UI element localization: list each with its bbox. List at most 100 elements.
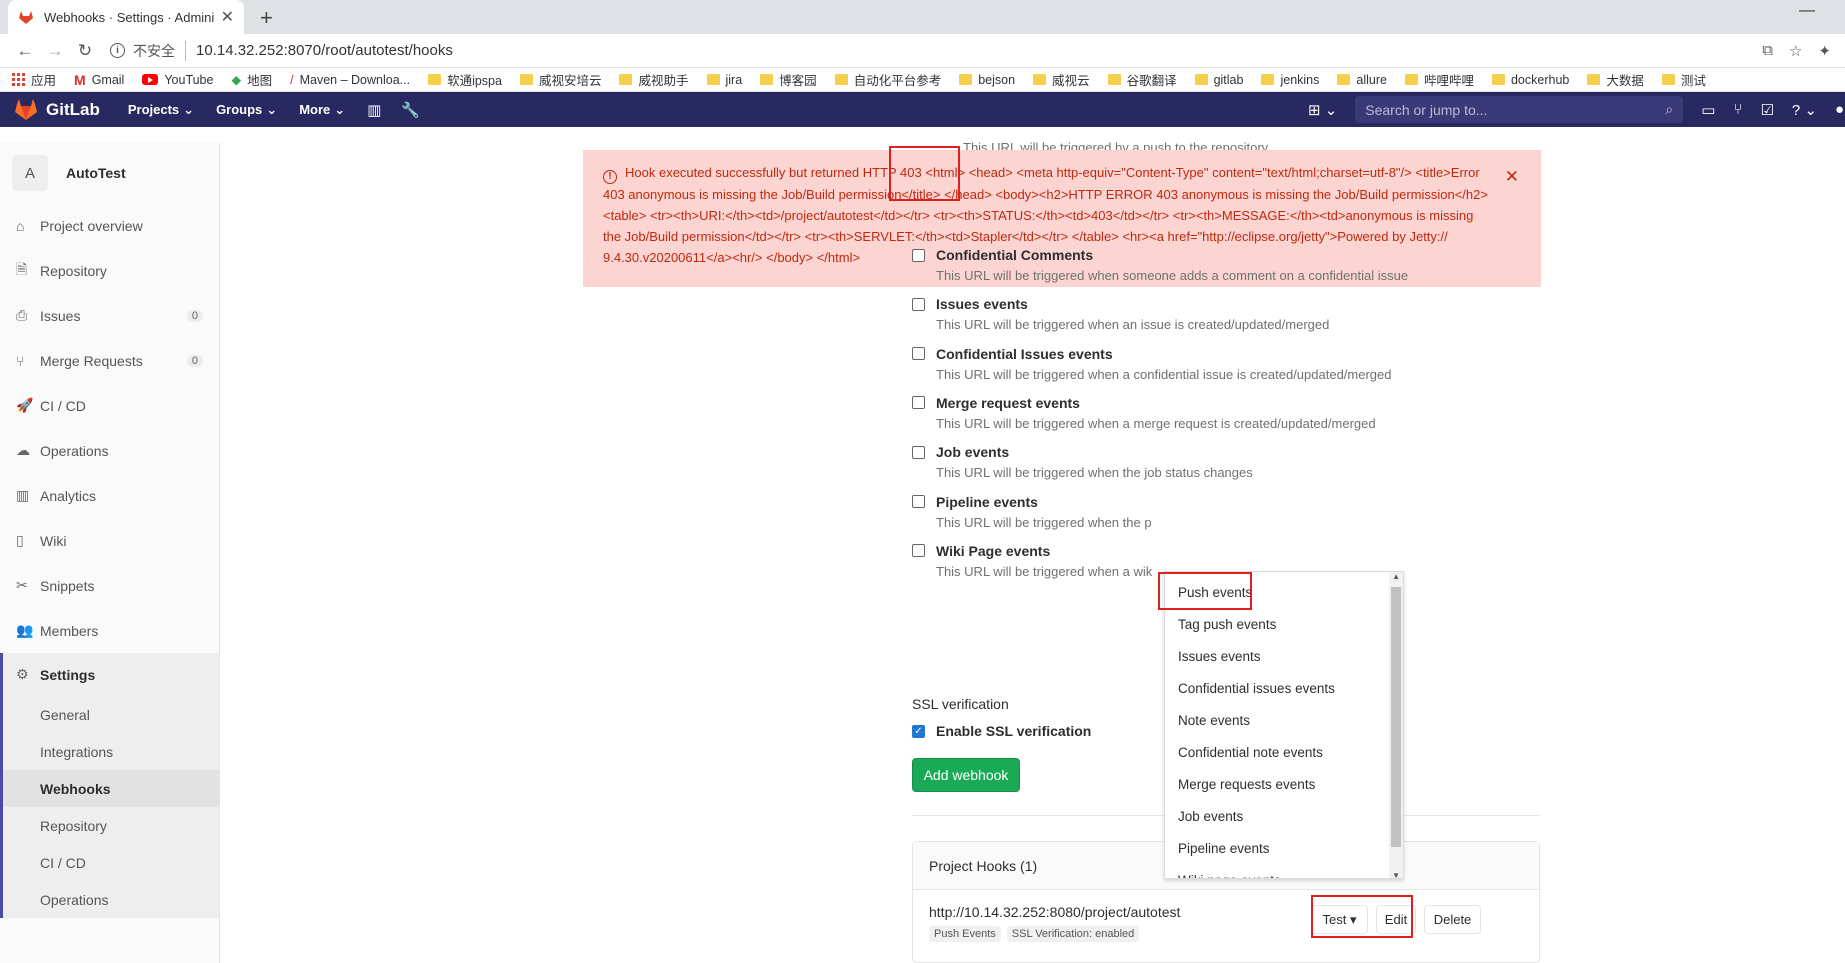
settings-subnav: General Integrations Webhooks Repository… bbox=[0, 696, 219, 918]
gitlab-logo[interactable]: GitLab bbox=[14, 98, 100, 121]
merge-requests-icon[interactable]: ⑂ bbox=[1733, 101, 1742, 118]
scroll-up-icon[interactable]: ▲ bbox=[1392, 572, 1400, 581]
forward-icon[interactable]: → bbox=[40, 41, 70, 61]
bookmark-folder[interactable]: jenkins bbox=[1261, 73, 1319, 87]
bookmark-folder[interactable]: gitlab bbox=[1194, 73, 1243, 87]
close-icon[interactable]: ✕ bbox=[1505, 166, 1519, 187]
dropdown-item[interactable]: Note events bbox=[1165, 704, 1403, 736]
bookmark-folder[interactable]: dockerhub bbox=[1491, 73, 1569, 87]
trigger-checkbox[interactable] bbox=[912, 297, 925, 311]
bookmark-maven[interactable]: / Maven – Downloa... bbox=[290, 73, 410, 87]
trigger-option: Merge request events This URL will be tri… bbox=[912, 395, 1376, 431]
dropdown-item[interactable]: Confidential note events bbox=[1165, 736, 1403, 768]
dropdown-item[interactable]: Tag push events bbox=[1165, 608, 1403, 640]
bookmark-folder[interactable]: 哔哩哔哩 bbox=[1404, 70, 1474, 89]
issues-icon: ⎙ bbox=[16, 307, 28, 323]
sidebar-item-settings[interactable]: ⚙ Settings bbox=[0, 653, 219, 696]
subnav-integrations[interactable]: Integrations bbox=[3, 733, 219, 770]
tab-close-icon[interactable]: ✕ bbox=[221, 7, 234, 27]
trigger-checkbox[interactable] bbox=[912, 248, 925, 262]
bookmark-youtube[interactable]: YouTube bbox=[142, 73, 213, 87]
project-header[interactable]: A AutoTest bbox=[0, 143, 219, 203]
trigger-checkbox[interactable] bbox=[912, 396, 925, 410]
bookmark-folder[interactable]: 谷歌翻译 bbox=[1107, 70, 1177, 89]
extension-icon[interactable]: ✦ bbox=[1818, 42, 1831, 60]
bookmark-folder[interactable]: jira bbox=[706, 73, 742, 87]
dropdown-scrollbar[interactable]: ▲ ▼ bbox=[1389, 572, 1403, 878]
bookmark-apps[interactable]: 应用 bbox=[12, 70, 56, 89]
trigger-checkbox-row[interactable]: Merge request events bbox=[912, 395, 1376, 411]
bookmark-folder[interactable]: 威视云 bbox=[1033, 70, 1090, 89]
trigger-checkbox[interactable] bbox=[912, 445, 925, 459]
dropdown-item[interactable]: Pipeline events bbox=[1165, 832, 1403, 864]
add-webhook-button[interactable]: Add webhook bbox=[912, 758, 1020, 792]
sidebar-item-ci-cd[interactable]: 🚀 CI / CD bbox=[0, 383, 219, 428]
sidebar-item-operations[interactable]: ☁ Operations bbox=[0, 428, 219, 473]
subnav-general[interactable]: General bbox=[3, 696, 219, 733]
reload-icon[interactable]: ↻ bbox=[70, 41, 100, 61]
dropdown-item[interactable]: Merge requests events bbox=[1165, 768, 1403, 800]
scroll-down-icon[interactable]: ▼ bbox=[1392, 871, 1400, 878]
trigger-checkbox[interactable] bbox=[912, 495, 925, 508]
back-icon[interactable]: ← bbox=[10, 41, 40, 61]
translate-icon[interactable]: ⧉ bbox=[1762, 42, 1773, 60]
bookmark-maps[interactable]: ◆ 地图 bbox=[231, 70, 272, 89]
bookmark-folder[interactable]: bejson bbox=[959, 73, 1015, 87]
trigger-checkbox[interactable] bbox=[912, 544, 925, 558]
todos-icon[interactable]: ☑ bbox=[1760, 101, 1773, 119]
nav-groups[interactable]: Groups ⌄ bbox=[216, 102, 277, 118]
trigger-checkbox-row[interactable]: Confidential Issues events bbox=[912, 346, 1392, 362]
trigger-checkbox-row[interactable]: Wiki Page events bbox=[912, 543, 1152, 559]
dropdown-item[interactable]: Issues events bbox=[1165, 640, 1403, 672]
activity-chart-icon[interactable]: ▥ bbox=[367, 101, 381, 119]
subnav-ci-cd[interactable]: CI / CD bbox=[3, 844, 219, 881]
bookmark-folder[interactable]: 测试 bbox=[1661, 70, 1706, 89]
avatar-icon[interactable]: ● bbox=[1835, 101, 1845, 118]
bookmark-folder[interactable]: 大数据 bbox=[1587, 70, 1644, 89]
new-dropdown-icon[interactable]: ⊞ ⌄ bbox=[1308, 101, 1337, 119]
dropdown-item[interactable]: Confidential issues events bbox=[1165, 672, 1403, 704]
ssl-checkbox-row[interactable]: ✓ Enable SSL verification bbox=[912, 723, 1091, 739]
help-icon[interactable]: ? ⌄ bbox=[1792, 101, 1817, 119]
bookmark-gmail[interactable]: M Gmail bbox=[74, 72, 124, 88]
admin-wrench-icon[interactable]: 🔧 bbox=[401, 101, 420, 119]
sidebar-item-project-overview[interactable]: ⌂ Project overview bbox=[0, 203, 219, 248]
sidebar-item-wiki[interactable]: ▯ Wiki bbox=[0, 518, 219, 563]
subnav-operations[interactable]: Operations bbox=[3, 881, 219, 918]
sidebar-item-repository[interactable]: 🗎 Repository bbox=[0, 248, 219, 293]
trigger-checkbox[interactable] bbox=[912, 347, 925, 361]
window-minimize-icon[interactable]: — bbox=[1799, 2, 1815, 20]
sidebar-item-snippets[interactable]: ✂ Snippets bbox=[0, 563, 219, 608]
dropdown-item[interactable]: Wiki page events bbox=[1165, 864, 1403, 879]
bookmark-folder[interactable]: 威视安培云 bbox=[519, 70, 601, 89]
nav-projects[interactable]: Projects ⌄ bbox=[128, 102, 194, 118]
trigger-checkbox-row[interactable]: Job events bbox=[912, 444, 1253, 460]
browser-tab[interactable]: Webhooks · Settings · Admini ✕ bbox=[8, 0, 244, 34]
trigger-checkbox-row[interactable]: Issues events bbox=[912, 296, 1329, 312]
url-field[interactable]: i 不安全 10.14.32.252:8070/root/autotest/ho… bbox=[110, 40, 1762, 61]
sidebar-item-members[interactable]: 👥 Members bbox=[0, 608, 219, 653]
sidebar-item-issues[interactable]: ⎙ Issues 0 bbox=[0, 293, 219, 338]
issues-icon[interactable]: ▭ bbox=[1701, 101, 1715, 119]
subnav-repository[interactable]: Repository bbox=[3, 807, 219, 844]
scrollbar-thumb[interactable] bbox=[1391, 587, 1401, 847]
new-tab-button[interactable]: + bbox=[260, 5, 273, 31]
info-icon[interactable]: i bbox=[110, 43, 125, 58]
tab-title: Webhooks · Settings · Admini bbox=[44, 9, 215, 25]
search-input[interactable]: Search or jump to... ⌕ bbox=[1355, 96, 1684, 123]
subnav-webhooks[interactable]: Webhooks bbox=[3, 770, 219, 807]
delete-button[interactable]: Delete bbox=[1424, 905, 1481, 934]
bookmark-folder[interactable]: 博客园 bbox=[760, 70, 817, 89]
bookmark-folder[interactable]: allure bbox=[1337, 73, 1387, 87]
bookmark-folder[interactable]: 威视助手 bbox=[619, 70, 689, 89]
dropdown-item[interactable]: Job events bbox=[1165, 800, 1403, 832]
bookmark-star-icon[interactable]: ☆ bbox=[1789, 42, 1802, 60]
trigger-checkbox-row[interactable]: Confidential Comments bbox=[912, 247, 1408, 263]
sidebar-item-merge-requests[interactable]: ⑂ Merge Requests 0 bbox=[0, 338, 219, 383]
nav-more[interactable]: More ⌄ bbox=[299, 102, 345, 118]
ssl-checkbox[interactable]: ✓ bbox=[912, 724, 925, 738]
sidebar-item-analytics[interactable]: ▥ Analytics bbox=[0, 473, 219, 518]
bookmark-folder[interactable]: 自动化平台参考 bbox=[834, 70, 941, 89]
trigger-checkbox-row[interactable]: Pipeline events bbox=[912, 494, 1152, 510]
bookmark-folder[interactable]: 软通ipspa bbox=[428, 70, 502, 89]
